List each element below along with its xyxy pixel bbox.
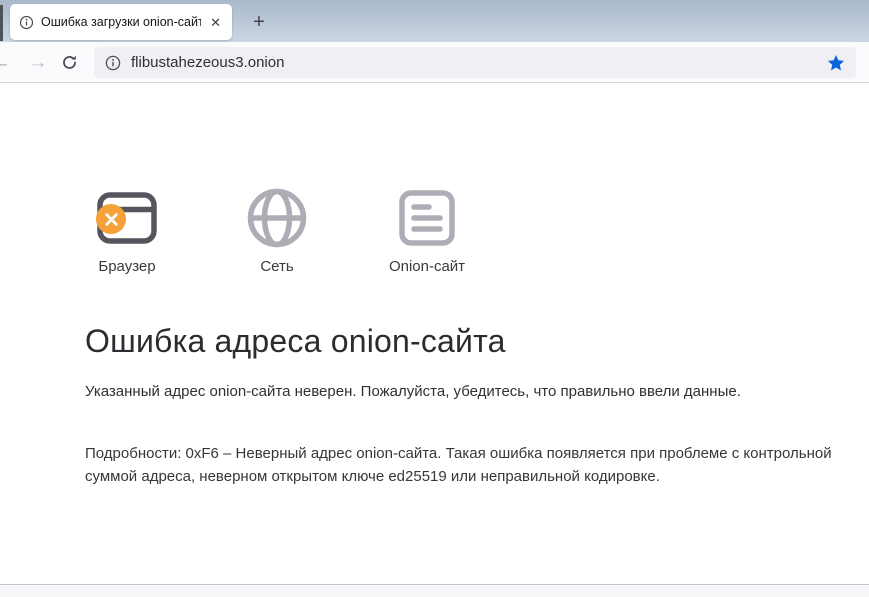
error-badge-icon (96, 204, 126, 234)
back-button[interactable]: ← (0, 42, 13, 83)
error-message: Указанный адрес onion-сайта неверен. Пож… (85, 383, 741, 400)
url-text: flibustahezeous3.onion (131, 54, 817, 71)
tab-title: Ошибка загрузки onion-сайта (41, 15, 201, 29)
tab-info-icon (19, 15, 34, 30)
status-browser: Браузер (52, 187, 202, 275)
status-label-onion-site: Onion-сайт (389, 258, 465, 275)
status-onion-site: Onion-сайт (352, 187, 502, 275)
site-info-icon[interactable] (105, 55, 121, 71)
status-network: Сеть (202, 187, 352, 275)
error-details-line2: суммой адреса, неверном открытом ключе e… (85, 465, 832, 488)
status-bar (0, 584, 869, 597)
status-label-browser: Браузер (98, 258, 155, 275)
error-page: Браузер Сеть (0, 83, 869, 584)
page-title: Ошибка адреса onion-сайта (85, 323, 506, 360)
connection-status-row: Браузер Сеть (52, 187, 502, 275)
url-bar[interactable]: flibustahezeous3.onion (94, 47, 856, 78)
status-label-network: Сеть (260, 258, 293, 275)
tab-bar: Ошибка загрузки onion-сайта ✕ + (0, 0, 869, 42)
bookmark-star-icon[interactable] (827, 54, 845, 72)
reload-button[interactable] (57, 42, 81, 83)
error-details: Подробности: 0xF6 – Неверный адрес onion… (85, 442, 832, 488)
globe-icon (246, 187, 308, 249)
error-details-line1: Подробности: 0xF6 – Неверный адрес onion… (85, 442, 832, 465)
new-tab-button[interactable]: + (246, 9, 272, 35)
onion-site-icon (399, 190, 455, 246)
browser-window: Ошибка загрузки onion-сайта ✕ + ← → flib… (0, 0, 869, 597)
browser-tab[interactable]: Ошибка загрузки onion-сайта ✕ (10, 4, 232, 40)
window-edge-fragment (0, 5, 3, 41)
navigation-toolbar: ← → flibustahezeous3.onion (0, 42, 869, 83)
tab-close-button[interactable]: ✕ (208, 15, 223, 30)
forward-button[interactable]: → (26, 42, 50, 83)
